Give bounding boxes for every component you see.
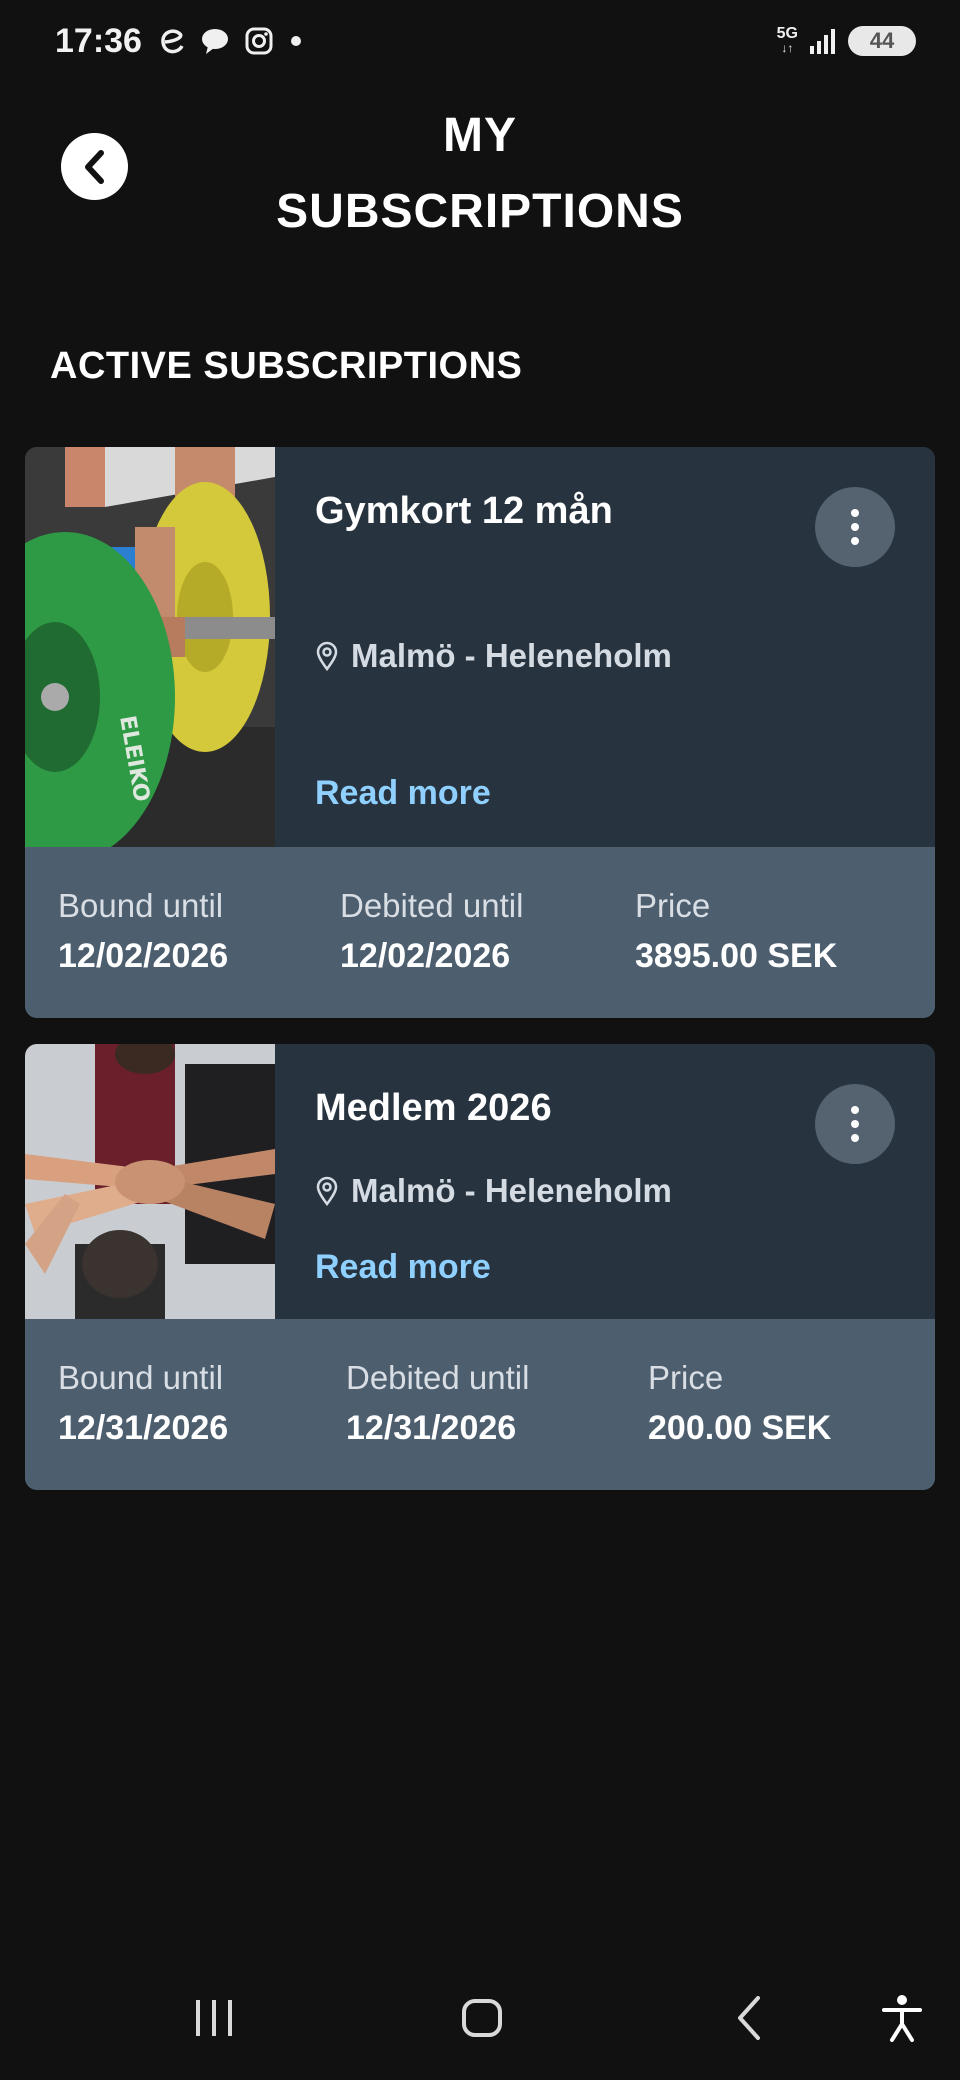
battery-indicator: 44 [848, 26, 916, 56]
debited-until-value: 12/31/2026 [346, 1409, 517, 1447]
home-icon [462, 1999, 502, 2037]
page-title-line1: MY [443, 109, 517, 162]
status-bar: 17:36 5G ↓↑ 44 [0, 0, 960, 90]
debited-until-label: Debited until [346, 1359, 530, 1396]
signal-icon [810, 29, 835, 54]
accessibility-icon [882, 1995, 922, 2042]
bound-until-column: Bound until 12/31/2026 [58, 1359, 228, 1448]
instagram-icon [245, 27, 273, 55]
bound-until-label: Bound until [58, 887, 224, 924]
subscription-name: Gymkort 12 mån [315, 490, 613, 532]
kebab-dot [851, 523, 859, 531]
more-options-button[interactable] [815, 1084, 895, 1164]
bound-until-value: 12/31/2026 [58, 1409, 229, 1447]
chevron-left-icon [84, 149, 104, 184]
subscription-card-header: Medlem 2026 Malmö - Heleneholm Read more [25, 1044, 935, 1319]
recent-apps-button[interactable] [190, 1990, 238, 2051]
bound-until-value: 12/02/2026 [58, 937, 229, 975]
page-title: MY SUBSCRIPTIONS [200, 98, 760, 250]
subscription-details: Bound until 12/31/2026 Debited until 12/… [25, 1319, 935, 1490]
back-button[interactable] [61, 133, 128, 200]
kebab-dot [851, 1106, 859, 1114]
price-column: Price 200.00 SEK [648, 1359, 831, 1448]
battery-level: 44 [869, 28, 895, 53]
system-icons: 5G ↓↑ 44 [777, 26, 916, 56]
screen: 17:36 5G ↓↑ 44 MY SUBSCRIPTIONS ACTIVE S… [0, 0, 960, 2080]
dot-icon [291, 36, 301, 46]
subscription-card: Medlem 2026 Malmö - Heleneholm Read more… [25, 1044, 935, 1490]
home-button[interactable] [458, 1990, 506, 2051]
read-more-link[interactable]: Read more [315, 1248, 491, 1287]
price-label: Price [635, 887, 711, 924]
system-navigation-bar [0, 1960, 960, 2080]
debited-until-value: 12/02/2026 [340, 937, 511, 975]
back-arrow-icon [738, 1996, 760, 2040]
subscription-location: Malmö - Heleneholm [315, 637, 672, 675]
price-value: 3895.00 SEK [635, 937, 838, 975]
price-column: Price 3895.00 SEK [635, 887, 837, 976]
section-title: ACTIVE SUBSCRIPTIONS [50, 345, 523, 387]
e-app-icon [161, 29, 184, 54]
subscription-details: Bound until 12/02/2026 Debited until 12/… [25, 847, 935, 1018]
kebab-dot [851, 509, 859, 517]
accessibility-button[interactable] [878, 1990, 926, 2051]
page-title-line2: SUBSCRIPTIONS [276, 185, 684, 238]
subscription-image-barbell: ELEIKO [25, 447, 275, 847]
bound-until-column: Bound until 12/02/2026 [58, 887, 228, 976]
back-nav-button[interactable] [730, 1990, 770, 2051]
location-label: Malmö - Heleneholm [351, 637, 672, 674]
subscription-card: ELEIKO Gymkort 12 mån Malmö - Heleneholm… [25, 447, 935, 1018]
network-type-icon: 5G ↓↑ [776, 25, 798, 56]
price-label: Price [648, 1359, 724, 1396]
subscription-name: Medlem 2026 [315, 1087, 552, 1129]
location-label: Malmö - Heleneholm [351, 1172, 672, 1209]
subscription-location: Malmö - Heleneholm [315, 1172, 672, 1210]
read-more-link[interactable]: Read more [315, 774, 491, 813]
kebab-dot [851, 1134, 859, 1142]
location-pin-icon [316, 1176, 338, 1206]
chat-icon [202, 29, 228, 54]
kebab-dot [851, 1120, 859, 1128]
location-pin-icon [316, 641, 338, 671]
more-options-button[interactable] [815, 487, 895, 567]
debited-until-column: Debited until 12/31/2026 [346, 1359, 529, 1448]
subscription-card-header: ELEIKO Gymkort 12 mån Malmö - Heleneholm… [25, 447, 935, 847]
notification-icons [160, 26, 304, 56]
debited-until-label: Debited until [340, 887, 524, 924]
status-time: 17:36 [55, 22, 142, 60]
kebab-dot [851, 537, 859, 545]
subscription-image-team-hands [25, 1044, 275, 1319]
debited-until-column: Debited until 12/02/2026 [340, 887, 523, 976]
price-value: 200.00 SEK [648, 1409, 832, 1447]
recent-apps-icon [196, 2000, 232, 2036]
bound-until-label: Bound until [58, 1359, 224, 1396]
